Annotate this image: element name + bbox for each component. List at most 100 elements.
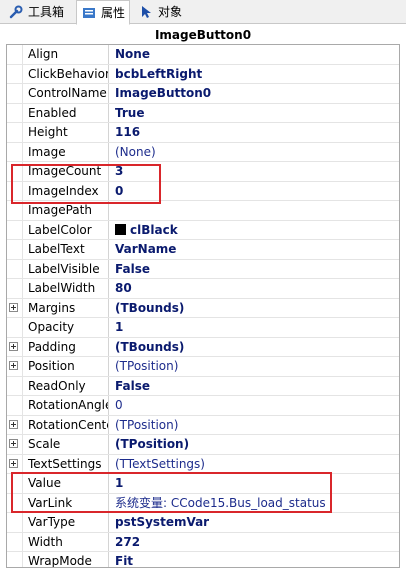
property-name: Opacity (23, 318, 109, 337)
property-row[interactable]: Enabled True (7, 103, 399, 123)
property-value[interactable]: (TPosition) (110, 357, 399, 376)
property-row[interactable]: Image (None) (7, 142, 399, 162)
row-gutter (7, 64, 23, 83)
row-gutter (7, 279, 23, 298)
property-value[interactable] (110, 201, 399, 220)
property-value[interactable]: 272 (110, 533, 399, 552)
property-row[interactable]: Opacity 1 (7, 318, 399, 338)
property-value[interactable]: 系统变量: CCode15.Bus_load_status (110, 494, 399, 513)
property-value[interactable]: (TBounds) (110, 299, 399, 318)
row-gutter (7, 123, 23, 142)
property-value[interactable]: None (110, 45, 399, 64)
property-value[interactable]: ImageButton0 (110, 84, 399, 103)
row-gutter (7, 259, 23, 278)
property-row[interactable]: Height 116 (7, 123, 399, 143)
property-name: Value (23, 474, 109, 493)
property-row[interactable]: RotationCenter (TPosition) (7, 415, 399, 435)
property-row[interactable]: LabelVisible False (7, 259, 399, 279)
property-value[interactable]: Fit (110, 552, 399, 568)
property-value[interactable]: 1 (110, 318, 399, 337)
property-value[interactable]: pstSystemVar (110, 513, 399, 532)
expand-plus-icon[interactable] (9, 302, 18, 312)
property-value[interactable]: True (110, 104, 399, 123)
property-value[interactable]: clBlack (110, 221, 399, 240)
property-row[interactable]: Position (TPosition) (7, 357, 399, 377)
property-value[interactable]: 1 (110, 474, 399, 493)
property-value[interactable]: (TBounds) (110, 338, 399, 357)
expand-plus-icon[interactable] (9, 361, 18, 370)
property-row[interactable]: ReadOnly False (7, 376, 399, 396)
property-row[interactable]: Align None (7, 45, 399, 65)
property-name: ImageIndex (23, 181, 109, 200)
property-value[interactable]: (TTextSettings) (110, 455, 399, 474)
property-row[interactable]: LabelColor clBlack (7, 220, 399, 240)
property-value[interactable]: VarName (110, 240, 399, 259)
property-value[interactable]: (None) (110, 143, 399, 162)
property-row[interactable]: Scale (TPosition) (7, 435, 399, 455)
tab-properties[interactable]: 属性 (76, 0, 131, 25)
expand-plus-icon[interactable] (9, 458, 18, 468)
property-name: ControlName (23, 84, 109, 103)
property-value-text: 272 (115, 534, 141, 549)
property-value[interactable]: (TPosition) (110, 435, 399, 454)
property-value[interactable]: 116 (110, 123, 399, 142)
property-value-text: False (115, 261, 150, 276)
property-row[interactable]: Value 1 (7, 474, 399, 494)
property-name: VarLink (23, 493, 109, 512)
row-gutter (7, 337, 23, 356)
tab-toolbox[interactable]: 工具箱 (4, 0, 68, 24)
property-row[interactable]: ImageIndex 0 (7, 181, 399, 201)
property-value-text: 1 (115, 476, 124, 490)
property-row[interactable]: Margins (TBounds) (7, 298, 399, 318)
property-name: VarType (23, 513, 109, 532)
property-row[interactable]: Width 272 (7, 532, 399, 552)
property-row[interactable]: LabelWidth 80 (7, 279, 399, 299)
expand-plus-icon[interactable] (9, 419, 18, 429)
panel-tab-bar: 工具箱 属性 对象 (0, 0, 406, 25)
row-gutter (7, 474, 23, 493)
property-row[interactable]: VarType pstSystemVar (7, 513, 399, 533)
property-value-text: (TTextSettings) (115, 456, 205, 471)
property-row[interactable]: VarLink 系统变量: CCode15.Bus_load_status (7, 493, 399, 513)
row-gutter (7, 532, 23, 551)
property-value-text: 3 (115, 164, 124, 178)
row-gutter (7, 142, 23, 161)
expand-plus-icon[interactable] (9, 439, 18, 448)
property-row[interactable]: LabelText VarName (7, 240, 399, 260)
property-value[interactable]: bcbLeftRight (110, 65, 399, 84)
row-gutter (7, 45, 23, 64)
property-value[interactable]: 0 (110, 182, 399, 201)
property-value-text: (TPosition) (115, 417, 179, 432)
property-row[interactable]: ControlName ImageButton0 (7, 84, 399, 104)
property-name: Margins (23, 298, 109, 317)
row-gutter (7, 181, 23, 200)
property-row[interactable]: Padding (TBounds) (7, 337, 399, 357)
property-value[interactable]: 3 (110, 162, 399, 181)
tab-objects[interactable]: 对象 (134, 0, 186, 24)
property-name: WrapMode (23, 552, 109, 567)
property-row[interactable]: WrapMode Fit (7, 552, 399, 568)
property-value-text: (None) (115, 144, 156, 159)
property-value[interactable]: False (110, 260, 399, 279)
row-gutter (7, 220, 23, 239)
property-row[interactable]: ClickBehavior bcbLeftRight (7, 64, 399, 84)
row-gutter (7, 84, 23, 103)
tab-label: 对象 (158, 5, 183, 19)
row-gutter (7, 454, 23, 473)
property-name: LabelVisible (23, 259, 109, 278)
row-gutter (7, 415, 23, 434)
property-row[interactable]: TextSettings (TTextSettings) (7, 454, 399, 474)
property-value-text: Fit (115, 554, 134, 568)
property-value[interactable]: 80 (110, 279, 399, 298)
property-value-text: None (115, 47, 150, 61)
property-value[interactable]: (TPosition) (110, 416, 399, 435)
property-row[interactable]: ImagePath (7, 201, 399, 221)
wrench-icon (8, 4, 24, 20)
property-name: Width (23, 532, 109, 551)
property-value[interactable]: 0 (110, 396, 399, 415)
property-row[interactable]: RotationAngle 0 (7, 396, 399, 416)
property-name: RotationAngle (23, 396, 109, 415)
expand-plus-icon[interactable] (9, 341, 18, 351)
property-row[interactable]: ImageCount 3 (7, 162, 399, 182)
property-value[interactable]: False (110, 377, 399, 396)
